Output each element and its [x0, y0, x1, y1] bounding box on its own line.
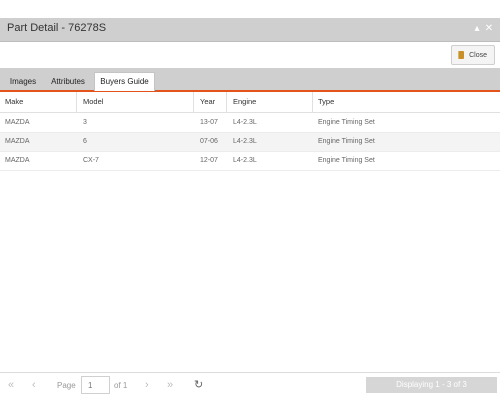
toolbar: Close — [0, 42, 500, 68]
table-row[interactable]: MAZDA 3 13-07 L4-2.3L Engine Timing Set — [0, 114, 500, 133]
cell-year: 13-07 — [200, 119, 218, 126]
cell-engine: L4-2.3L — [233, 119, 257, 126]
cell-make: MAZDA — [5, 157, 30, 164]
column-header-engine[interactable]: Engine — [227, 92, 313, 112]
cell-year: 07-06 — [200, 138, 218, 145]
window-title: Part Detail - 76278S — [7, 22, 107, 34]
window-titlebar[interactable]: Part Detail - 76278S ▴ ✕ — [0, 18, 500, 42]
last-page-icon[interactable]: » — [167, 378, 173, 393]
cell-type: Engine Timing Set — [318, 138, 375, 145]
cell-type: Engine Timing Set — [318, 157, 375, 164]
first-page-icon[interactable]: « — [8, 378, 14, 393]
page-label: Page — [57, 381, 76, 390]
cell-year: 12-07 — [200, 157, 218, 164]
cell-model: 3 — [83, 119, 87, 126]
prev-page-icon[interactable]: ‹ — [32, 378, 36, 393]
tab-images[interactable]: Images — [8, 73, 38, 90]
close-button-label: Close — [469, 51, 487, 59]
grid-header: Make Model Year Engine Type — [0, 92, 500, 113]
cell-model: CX-7 — [83, 157, 99, 164]
cell-make: MAZDA — [5, 119, 30, 126]
door-icon — [458, 51, 465, 59]
part-detail-window: Part Detail - 76278S ▴ ✕ Close Images At… — [0, 18, 500, 413]
cell-type: Engine Timing Set — [318, 119, 375, 126]
table-row[interactable]: MAZDA CX-7 12-07 L4-2.3L Engine Timing S… — [0, 152, 500, 171]
column-header-make[interactable]: Make — [0, 92, 77, 112]
display-status: Displaying 1 - 3 of 3 — [366, 377, 497, 393]
top-gap — [0, 0, 500, 18]
tab-buyers-guide[interactable]: Buyers Guide — [94, 72, 155, 91]
cell-model: 6 — [83, 138, 87, 145]
cell-engine: L4-2.3L — [233, 157, 257, 164]
close-button[interactable]: Close — [451, 45, 495, 65]
tab-strip: Images Attributes Buyers Guide — [0, 68, 500, 92]
table-row[interactable]: MAZDA 6 07-06 L4-2.3L Engine Timing Set — [0, 133, 500, 152]
close-icon[interactable]: ✕ — [484, 24, 494, 34]
column-header-year[interactable]: Year — [194, 92, 227, 112]
paging-toolbar: « ‹ Page of 1 › » ↻ Displaying 1 - 3 of … — [0, 372, 500, 398]
cell-engine: L4-2.3L — [233, 138, 257, 145]
tab-attributes[interactable]: Attributes — [47, 73, 89, 90]
minimize-icon[interactable]: ▴ — [472, 24, 482, 34]
next-page-icon[interactable]: › — [145, 378, 149, 393]
column-header-model[interactable]: Model — [77, 92, 194, 112]
cell-make: MAZDA — [5, 138, 30, 145]
refresh-icon[interactable]: ↻ — [194, 378, 203, 393]
page-number-input[interactable] — [81, 376, 110, 394]
column-header-type[interactable]: Type — [313, 92, 500, 112]
page-count-label: of 1 — [114, 381, 128, 390]
